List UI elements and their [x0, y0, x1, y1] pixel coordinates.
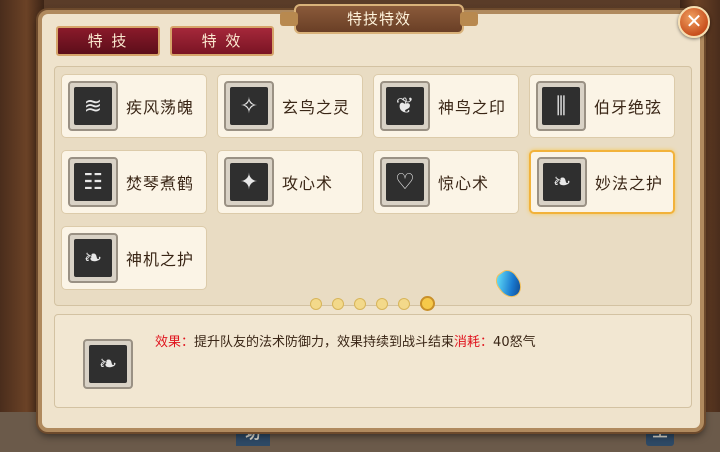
skill-grid: ≋ 疾风荡魄 ✧ 玄鸟之灵 ❦ 神鸟之印 ⫼ 伯牙绝弦 ☷ 焚琴煮鹤 ✦ 攻心术…	[54, 66, 692, 311]
skill-icon-frame: ❧	[537, 157, 587, 207]
skill-card[interactable]: ♡ 惊心术	[373, 150, 519, 214]
tab-bar: 特 技 特 效	[56, 26, 274, 56]
skill-effects-panel: 特技特效 ✕ 特 技 特 效 ≋ 疾风荡魄 ✧ 玄鸟之灵 ❦ 神鸟之印 ⫼ 伯牙…	[38, 4, 710, 432]
skill-card[interactable]: ✧ 玄鸟之灵	[217, 74, 363, 138]
skill-icon-frame: ❦	[380, 81, 430, 131]
page-dot[interactable]	[376, 297, 388, 310]
skill-icon-frame: ≋	[68, 81, 118, 131]
cost-label: 消耗：	[454, 335, 494, 350]
page-dot-active[interactable]	[420, 296, 435, 311]
wind-swirl-icon: ≋	[74, 87, 112, 125]
mind-attack-icon: ✦	[230, 163, 268, 201]
skill-card[interactable]: ❧ 神机之护	[61, 226, 207, 290]
tab-special-effects[interactable]: 特 效	[170, 26, 274, 56]
skill-name: 攻心术	[282, 174, 334, 193]
skill-icon-frame: ☷	[68, 157, 118, 207]
effect-label: 效果：	[155, 335, 195, 350]
skill-card-selected[interactable]: ❧ 妙法之护	[529, 150, 675, 214]
skill-card[interactable]: ❦ 神鸟之印	[373, 74, 519, 138]
skill-name: 疾风荡魄	[126, 98, 195, 117]
page-indicator	[310, 296, 435, 311]
page-dot[interactable]	[310, 297, 322, 310]
feather-icon: ❧	[89, 345, 127, 383]
effect-text: 提升队友的法术防御力，效果持续到战斗结束	[194, 335, 455, 350]
divine-bird-seal-icon: ❦	[386, 87, 424, 125]
skill-icon-frame: ❧	[68, 233, 118, 283]
skill-card[interactable]: ≋ 疾风荡魄	[61, 74, 207, 138]
page-dot[interactable]	[398, 297, 410, 310]
skill-name: 伯牙绝弦	[594, 98, 663, 117]
skill-name: 妙法之护	[595, 174, 664, 193]
feather-icon: ❧	[543, 163, 581, 201]
bird-spirit-icon: ✧	[230, 87, 268, 125]
skill-name: 神机之护	[126, 250, 195, 269]
detail-description: 效果：提升队友的法术防御力，效果持续到战斗结束消耗：40怒气	[155, 331, 536, 350]
feather-icon: ❧	[74, 239, 112, 277]
skill-card[interactable]: ⫼ 伯牙绝弦	[529, 74, 675, 138]
skill-name: 神鸟之印	[438, 98, 507, 117]
skill-icon-frame: ✦	[224, 157, 274, 207]
skill-name: 惊心术	[438, 174, 490, 193]
skill-icon-frame: ♡	[380, 157, 430, 207]
page-dot[interactable]	[332, 297, 344, 310]
heart-shock-icon: ♡	[386, 163, 424, 201]
skill-icon-frame: ⫼	[536, 81, 586, 131]
tab-special-skills[interactable]: 特 技	[56, 26, 160, 56]
cost-text: 40怒气	[493, 335, 536, 350]
skill-card[interactable]: ✦ 攻心术	[217, 150, 363, 214]
zither-strings-icon: ⫼	[542, 87, 580, 125]
close-button[interactable]: ✕	[678, 6, 710, 38]
skill-card[interactable]: ☷ 焚琴煮鹤	[61, 150, 207, 214]
skill-name: 焚琴煮鹤	[126, 174, 195, 193]
skill-icon-frame: ✧	[224, 81, 274, 131]
detail-icon-frame: ❧	[83, 339, 133, 389]
panel-title: 特技特效	[280, 4, 478, 34]
burning-zither-icon: ☷	[74, 163, 112, 201]
page-dot[interactable]	[354, 297, 366, 310]
skill-name: 玄鸟之灵	[282, 98, 351, 117]
skill-detail-panel: ❧ 效果：提升队友的法术防御力，效果持续到战斗结束消耗：40怒气	[54, 314, 692, 408]
